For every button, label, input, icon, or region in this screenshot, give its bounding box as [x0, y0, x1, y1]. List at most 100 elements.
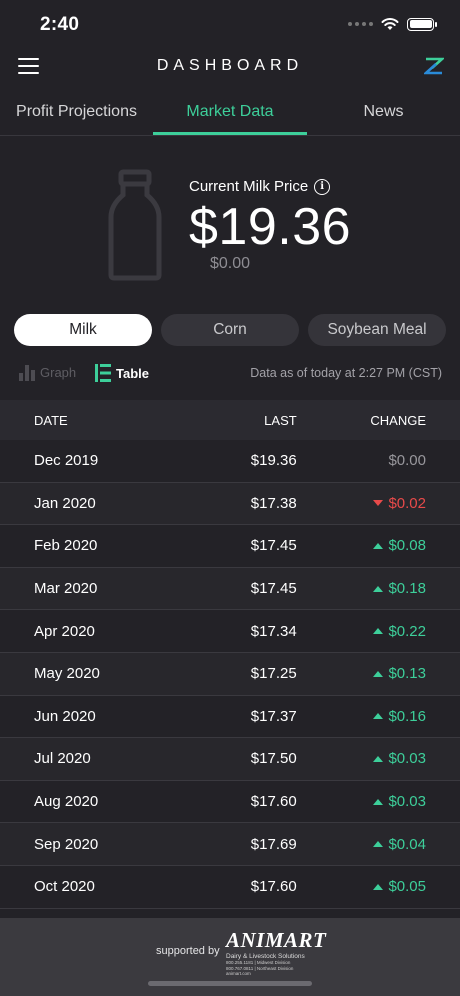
table-header: DATE LAST CHANGE: [0, 400, 460, 440]
status-icons: [348, 16, 437, 32]
table-row[interactable]: May 2020 $17.25 $0.13: [0, 652, 460, 696]
table-row[interactable]: Aug 2020 $17.60 $0.03: [0, 780, 460, 824]
column-header-date: DATE: [34, 412, 68, 428]
sponsor-footer: supported by ANIMART Dairy & Livestock S…: [0, 918, 460, 996]
table-view-button[interactable]: Table: [94, 363, 149, 383]
tab-profit-projections[interactable]: Profit Projections: [0, 92, 153, 136]
up-arrow-icon: [373, 798, 384, 805]
row-change-value: $0.08: [388, 537, 426, 555]
tab-bar: Profit Projections Market Data News: [0, 92, 460, 136]
signal-icon: [348, 22, 373, 26]
status-time: 2:40: [40, 14, 80, 35]
table-row[interactable]: Apr 2020 $17.34 $0.22: [0, 610, 460, 653]
page-title: DASHBOARD: [156, 57, 304, 74]
row-last: $17.34: [250, 622, 297, 640]
row-date: Dec 2019: [34, 452, 99, 470]
up-arrow-icon: [373, 628, 384, 635]
row-change: $0.16: [297, 708, 460, 725]
table-row[interactable]: Oct 2020 $17.60 $0.05: [0, 865, 460, 909]
table-row[interactable]: Mar 2020 $17.45 $0.18: [0, 567, 460, 611]
row-change-value: $0.00: [388, 452, 426, 470]
current-price-label: Current Milk Price i: [189, 178, 331, 195]
row-change: $0.02: [297, 495, 460, 512]
active-tab-indicator: [153, 132, 307, 135]
milk-bottle-icon: [108, 169, 162, 281]
table-row[interactable]: Jun 2020 $17.37 $0.16: [0, 695, 460, 739]
commodity-selector: Milk Corn Soybean Meal: [14, 314, 446, 346]
down-arrow-icon: [373, 500, 384, 507]
data-timestamp: Data as of today at 2:27 PM (CST): [250, 366, 442, 380]
tab-news[interactable]: News: [307, 92, 460, 136]
row-date: Sep 2020: [34, 835, 99, 853]
price-section: Current Milk Price i $19.36 $0.00: [0, 137, 460, 307]
row-last: $17.45: [250, 580, 297, 598]
row-change-value: $0.13: [388, 665, 426, 683]
market-data-table: DATE LAST CHANGE Dec 2019 $19.36 $0.00 J…: [0, 400, 460, 909]
status-bar: 2:40: [0, 0, 460, 46]
view-toggle-row: Graph Table Data as of today at 2:27 PM …: [0, 360, 460, 386]
up-arrow-icon: [373, 713, 384, 720]
graph-view-button[interactable]: Graph: [18, 363, 76, 381]
row-change: $0.00: [297, 452, 460, 469]
row-date: Jul 2020: [34, 750, 91, 768]
z-logo-icon[interactable]: [424, 56, 444, 76]
row-change-value: $0.22: [388, 622, 426, 640]
row-last: $17.60: [250, 793, 297, 811]
row-last: $17.37: [250, 707, 297, 725]
up-arrow-icon: [373, 542, 384, 549]
row-change: $0.18: [297, 580, 460, 597]
row-change: $0.03: [297, 793, 460, 810]
column-header-change: CHANGE: [370, 412, 426, 428]
row-last: $17.45: [250, 537, 297, 555]
up-arrow-icon: [373, 883, 384, 890]
row-change: $0.03: [297, 750, 460, 767]
row-change: $0.13: [297, 665, 460, 682]
up-arrow-icon: [373, 755, 384, 762]
row-date: Jan 2020: [34, 494, 96, 512]
sponsor-line-3: animart.com: [226, 971, 251, 976]
row-last: $17.38: [250, 494, 297, 512]
current-price-label-text: Current Milk Price: [189, 178, 309, 195]
battery-icon: [407, 17, 437, 31]
row-change-value: $0.03: [388, 793, 426, 811]
table-row[interactable]: Feb 2020 $17.45 $0.08: [0, 525, 460, 568]
commodity-milk-button[interactable]: Milk: [14, 314, 152, 346]
column-header-last: LAST: [264, 412, 297, 428]
commodity-corn-button[interactable]: Corn: [161, 314, 299, 346]
table-row[interactable]: Sep 2020 $17.69 $0.04: [0, 823, 460, 866]
row-last: $17.60: [250, 878, 297, 896]
row-change-value: $0.04: [388, 835, 426, 853]
row-last: $17.50: [250, 750, 297, 768]
table-view-label: Table: [116, 365, 149, 381]
bar-graph-icon: [19, 365, 35, 381]
row-change: $0.22: [297, 623, 460, 640]
table-row[interactable]: Dec 2019 $19.36 $0.00: [0, 440, 460, 483]
wifi-icon: [381, 18, 399, 30]
sponsor-logo[interactable]: ANIMART Dairy & Livestock Solutions 800.…: [226, 928, 327, 977]
table-row[interactable]: Jul 2020 $17.50 $0.03: [0, 738, 460, 781]
current-price-change: $0.00: [210, 255, 251, 272]
row-last: $17.25: [250, 665, 297, 683]
table-icon: [95, 364, 111, 382]
row-date: Aug 2020: [34, 793, 99, 811]
row-date: Apr 2020: [34, 622, 95, 640]
row-date: May 2020: [34, 665, 100, 683]
sponsor-name: ANIMART: [226, 928, 327, 952]
up-arrow-icon: [373, 670, 384, 677]
row-last: $17.69: [250, 835, 297, 853]
row-last: $19.36: [250, 452, 297, 470]
home-indicator[interactable]: [148, 981, 312, 986]
table-row[interactable]: Jan 2020 $17.38 $0.02: [0, 482, 460, 526]
row-date: Jun 2020: [34, 707, 96, 725]
sponsor-tagline: Dairy & Livestock Solutions: [226, 953, 305, 960]
row-change: $0.05: [297, 878, 460, 895]
commodity-soybean-meal-button[interactable]: Soybean Meal: [308, 314, 446, 346]
graph-view-label: Graph: [40, 364, 77, 380]
tab-market-data[interactable]: Market Data: [153, 92, 307, 136]
table-body: Dec 2019 $19.36 $0.00 Jan 2020 $17.38 $0…: [0, 440, 460, 909]
info-icon[interactable]: i: [314, 178, 331, 195]
row-change-value: $0.18: [388, 580, 426, 598]
row-change-value: $0.02: [388, 494, 426, 512]
row-change: $0.04: [297, 836, 460, 853]
app-header: DASHBOARD: [0, 46, 460, 90]
